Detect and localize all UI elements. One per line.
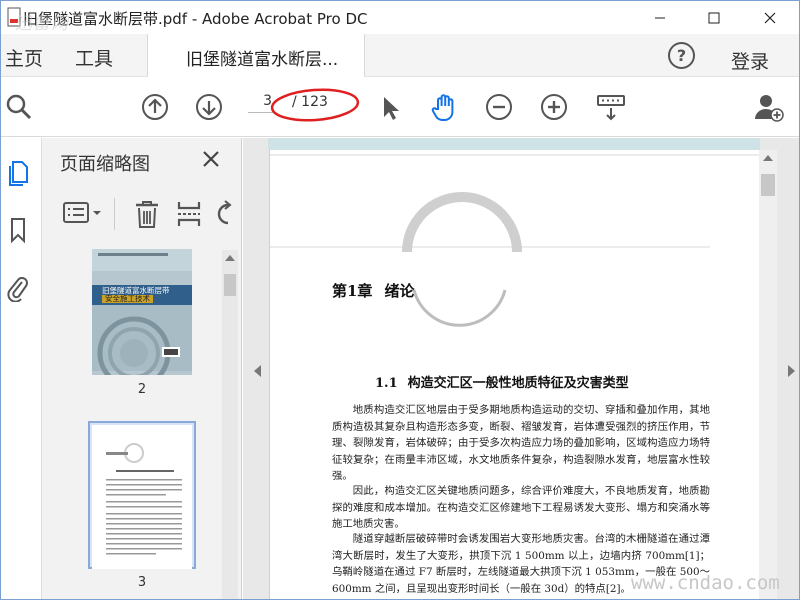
help-button[interactable]: ? (668, 42, 695, 69)
section-heading: 1.1 构造交汇区一般性地质特征及灾害类型 (375, 372, 629, 391)
thumbnail-scrollbar-thumb[interactable] (224, 274, 236, 296)
cover-subtitle: 安全施工技术 (102, 295, 153, 303)
window-title: 旧堡隧道富水断层带.pdf - Adobe Acrobat Pro DC (23, 10, 368, 28)
title-bar: 旧堡隧道富水断层带.pdf - Adobe Acrobat Pro DC 迅雷网 (1, 1, 799, 34)
acrobat-window: 旧堡隧道富水断层带.pdf - Adobe Acrobat Pro DC 迅雷网… (0, 0, 800, 600)
body-paragraph: 地质构造交汇区地层由于受多期地质构造运动的交切、穿插和叠加作用，其地质构造极其复… (332, 404, 710, 483)
previous-page-icon[interactable] (139, 91, 171, 123)
chapter-decoration (270, 154, 759, 327)
maximize-button[interactable] (691, 1, 737, 34)
bookmark-icon[interactable] (7, 216, 29, 244)
chapter-number: 第1章 (332, 282, 373, 300)
insert-page-icon[interactable] (176, 199, 202, 229)
rotate-page-icon[interactable] (214, 199, 234, 229)
thumbnail-pane: 页面缩略图 旧堡隧道富水断层带 安全施工技术 2 3 (42, 138, 242, 599)
hand-tool-icon[interactable] (429, 91, 461, 123)
scroll-up-arrow-icon[interactable] (225, 255, 235, 261)
zoom-in-icon[interactable] (538, 91, 570, 123)
minimize-button[interactable] (637, 1, 683, 34)
next-page-arrow-icon[interactable] (788, 365, 795, 377)
thumbnail-toolbar (42, 190, 242, 238)
page-3-thumbnail-image (92, 425, 192, 569)
section-title: 构造交汇区一般性地质特征及灾害类型 (407, 376, 629, 391)
red-annotation-ellipse (270, 88, 360, 122)
pdf-page: 第1章 绪论 1.1 构造交汇区一般性地质特征及灾害类型 地质构造交汇区地层由于受多… (269, 150, 759, 599)
thumbnail-page-2[interactable]: 旧堡隧道富水断层带 安全施工技术 (92, 249, 192, 390)
select-cursor-icon[interactable] (374, 91, 406, 123)
body-paragraph: 因此，构造交汇区关键地质问题多，综合评价难度大，不良地质发育，地质勘探的难度和成… (332, 485, 710, 531)
minimize-icon (655, 17, 665, 18)
tab-tools[interactable]: 工具 (75, 44, 113, 71)
document-scrollbar-thumb[interactable] (761, 174, 775, 196)
search-icon[interactable] (3, 91, 35, 123)
next-page-icon[interactable] (193, 91, 225, 123)
tab-home[interactable]: 主页 (5, 44, 43, 71)
chapter-heading: 第1章 绪论 (332, 280, 414, 301)
zoom-out-icon[interactable] (483, 91, 515, 123)
delete-page-icon[interactable] (134, 199, 160, 229)
cover-thumbnail-image (92, 249, 192, 390)
thumbnail-scrollbar[interactable] (222, 250, 238, 599)
watermark-site: www.cndao.com (631, 572, 780, 594)
tab-bar: 主页 工具 旧堡隧道富水断层... ? 登录 (1, 34, 799, 78)
cover-title-band: 旧堡隧道富水断层带 安全施工技术 (92, 285, 192, 305)
thumbnail-label: 3 (137, 575, 147, 590)
toolbar (1, 77, 799, 137)
previous-page-arrow-icon[interactable] (254, 365, 261, 377)
options-menu-icon[interactable] (62, 200, 106, 226)
thumbnail-label: 2 (137, 382, 147, 397)
thumbnail-pane-title: 页面缩略图 (60, 154, 150, 175)
close-window-button[interactable] (747, 1, 793, 34)
page-header-band (268, 138, 760, 150)
attachment-icon[interactable] (7, 274, 29, 302)
thumbnail-list: 旧堡隧道富水断层带 安全施工技术 2 3 (42, 243, 220, 599)
section-number: 1.1 (375, 376, 398, 391)
scroll-up-arrow-icon[interactable] (763, 155, 773, 161)
close-icon (764, 12, 776, 23)
chapter-title: 绪论 (384, 282, 415, 300)
thumbnail-page-3-selected[interactable] (88, 421, 196, 569)
tab-document[interactable]: 旧堡隧道富水断层... (147, 34, 365, 78)
maximize-icon (708, 12, 720, 23)
left-icon-rail (1, 138, 42, 599)
page-thumbnails-icon[interactable] (7, 158, 29, 186)
scroll-mode-icon[interactable] (595, 91, 627, 123)
close-icon[interactable] (202, 150, 220, 168)
watermark-logo: 迅雷网 (15, 14, 69, 34)
tab-document-label: 旧堡隧道富水断层... (186, 50, 339, 70)
add-user-icon[interactable] (753, 91, 785, 123)
login-button[interactable]: 登录 (731, 47, 769, 74)
document-scrollbar[interactable] (759, 150, 777, 599)
toolbar-divider (114, 198, 115, 230)
document-viewer: 第1章 绪论 1.1 构造交汇区一般性地质特征及灾害类型 地质构造交汇区地层由于受多… (243, 138, 799, 599)
